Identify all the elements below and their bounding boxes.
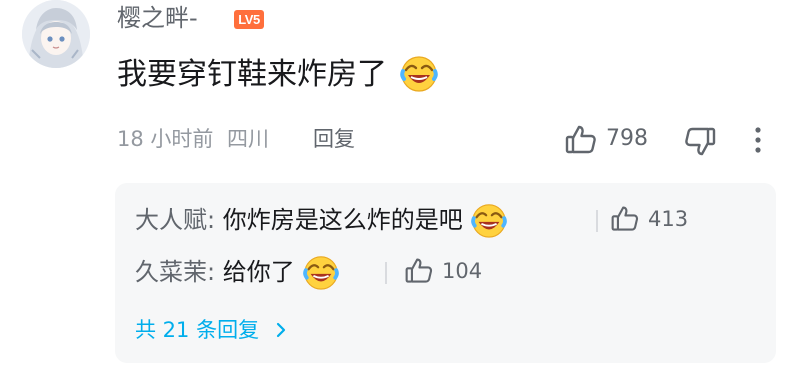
laughing-crying-emoji-icon (397, 53, 439, 98)
chevron-right-icon (266, 318, 288, 342)
reply-like-count: 104 (442, 259, 483, 283)
reply-text: 你炸房是这么炸的是吧 (222, 206, 463, 234)
reply-item[interactable]: 久菜茉: 给你了 (135, 252, 340, 294)
divider (385, 262, 387, 284)
reply-text: 给你了 (222, 258, 295, 286)
comment-location: 四川 (227, 127, 269, 151)
comment-text-content: 我要穿钉鞋来炸房了 (117, 57, 387, 92)
more-vertical-icon[interactable] (748, 122, 768, 158)
comment-time: 18 小时前 (117, 127, 214, 151)
view-all-replies-link[interactable]: 共 21 条回复 (135, 312, 288, 348)
comment-text: 我要穿钉鞋来炸房了 (117, 53, 439, 98)
reply-item[interactable]: 大人赋: 你炸房是这么炸的是吧 (135, 200, 508, 242)
laughing-crying-emoji-icon (470, 201, 508, 242)
reply-username[interactable]: 大人赋: (135, 206, 215, 234)
thumb-down-icon[interactable] (683, 124, 717, 158)
total-replies-label: 共 21 条回复 (135, 318, 260, 342)
divider (596, 210, 598, 232)
laughing-crying-emoji-icon (302, 253, 340, 294)
thumb-up-icon[interactable] (610, 204, 640, 234)
thumb-up-icon[interactable] (564, 123, 598, 157)
level-badge: LV5 (234, 10, 264, 29)
avatar[interactable] (22, 0, 90, 68)
avatar-image (22, 0, 90, 68)
reply-button[interactable]: 回复 (313, 122, 355, 156)
username[interactable]: 樱之畔- (117, 1, 198, 35)
like-count: 798 (606, 126, 648, 151)
thumb-up-icon[interactable] (404, 256, 434, 286)
reply-username[interactable]: 久菜茉: (135, 258, 215, 286)
reply-like-count: 413 (648, 207, 689, 231)
